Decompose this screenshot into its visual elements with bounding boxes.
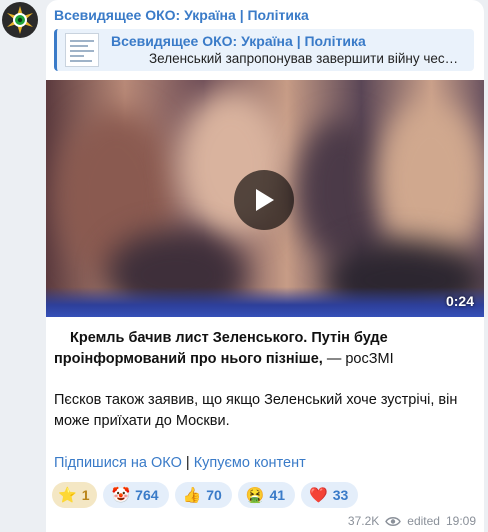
reaction-thumbs-up[interactable]: 👍 70: [174, 482, 232, 508]
star-icon: ⭐: [58, 487, 77, 504]
thumbs-up-icon: 👍: [182, 487, 202, 504]
channel-avatar[interactable]: [2, 2, 38, 38]
reaction-count: 33: [332, 487, 349, 503]
reaction-heart[interactable]: ❤️ 33: [301, 482, 359, 508]
video-player[interactable]: 0:24: [46, 80, 484, 317]
reaction-count: 764: [135, 487, 159, 503]
reaction-count: 41: [269, 487, 286, 503]
reaction-clown[interactable]: 🤡 764: [103, 482, 169, 508]
reaction-star[interactable]: ⭐ 1: [52, 482, 98, 508]
reply-title: Всевидящее ОКО: Україна | Політика: [111, 33, 366, 49]
vomit-face-icon: 🤮: [245, 487, 265, 504]
reaction-vomit[interactable]: 🤮 41: [237, 482, 296, 508]
subscribe-link[interactable]: Підпишися на ОКО: [54, 455, 182, 471]
message-headline: Кремль бачив лист Зеленського. Путін буд…: [54, 328, 474, 370]
buy-content-link[interactable]: Купуємо контент: [194, 455, 306, 471]
forwarded-reply-preview[interactable]: Всевидящее ОКО: Україна | Політика Зелен…: [54, 29, 474, 71]
headline-source: — росЗМІ: [322, 351, 394, 367]
link-separator: |: [181, 455, 194, 471]
video-duration: 0:24: [445, 293, 474, 309]
message-links: Підпишися на ОКО | Купуємо контент: [54, 455, 306, 471]
play-button[interactable]: [234, 170, 294, 230]
view-count: 37.2K: [347, 514, 380, 528]
eye-star-logo-icon: [7, 6, 33, 34]
reply-thumbnail: [65, 33, 99, 67]
play-icon: [256, 189, 274, 211]
message-time: 19:09: [445, 514, 476, 528]
clown-icon: 🤡: [111, 487, 131, 504]
reactions-bar: ⭐ 1 🤡 764 👍 70 🤮 41 ❤️ 33: [52, 482, 359, 508]
eye-icon: [385, 516, 402, 526]
message-meta: 37.2K edited 19:09: [348, 514, 476, 528]
edited-label: edited: [407, 514, 440, 528]
message-body: Пєсков також заявив, що якщо Зеленський …: [54, 392, 458, 429]
message-bubble: Всевидящее ОКО: Україна | Політика Всеви…: [46, 0, 484, 532]
reply-text: Зеленський запропонував завершити війну …: [149, 51, 459, 66]
reaction-count: 1: [81, 487, 90, 503]
heart-icon: ❤️: [309, 487, 328, 504]
channel-name[interactable]: Всевидящее ОКО: Україна | Політика: [54, 7, 309, 23]
reaction-count: 70: [206, 487, 222, 503]
